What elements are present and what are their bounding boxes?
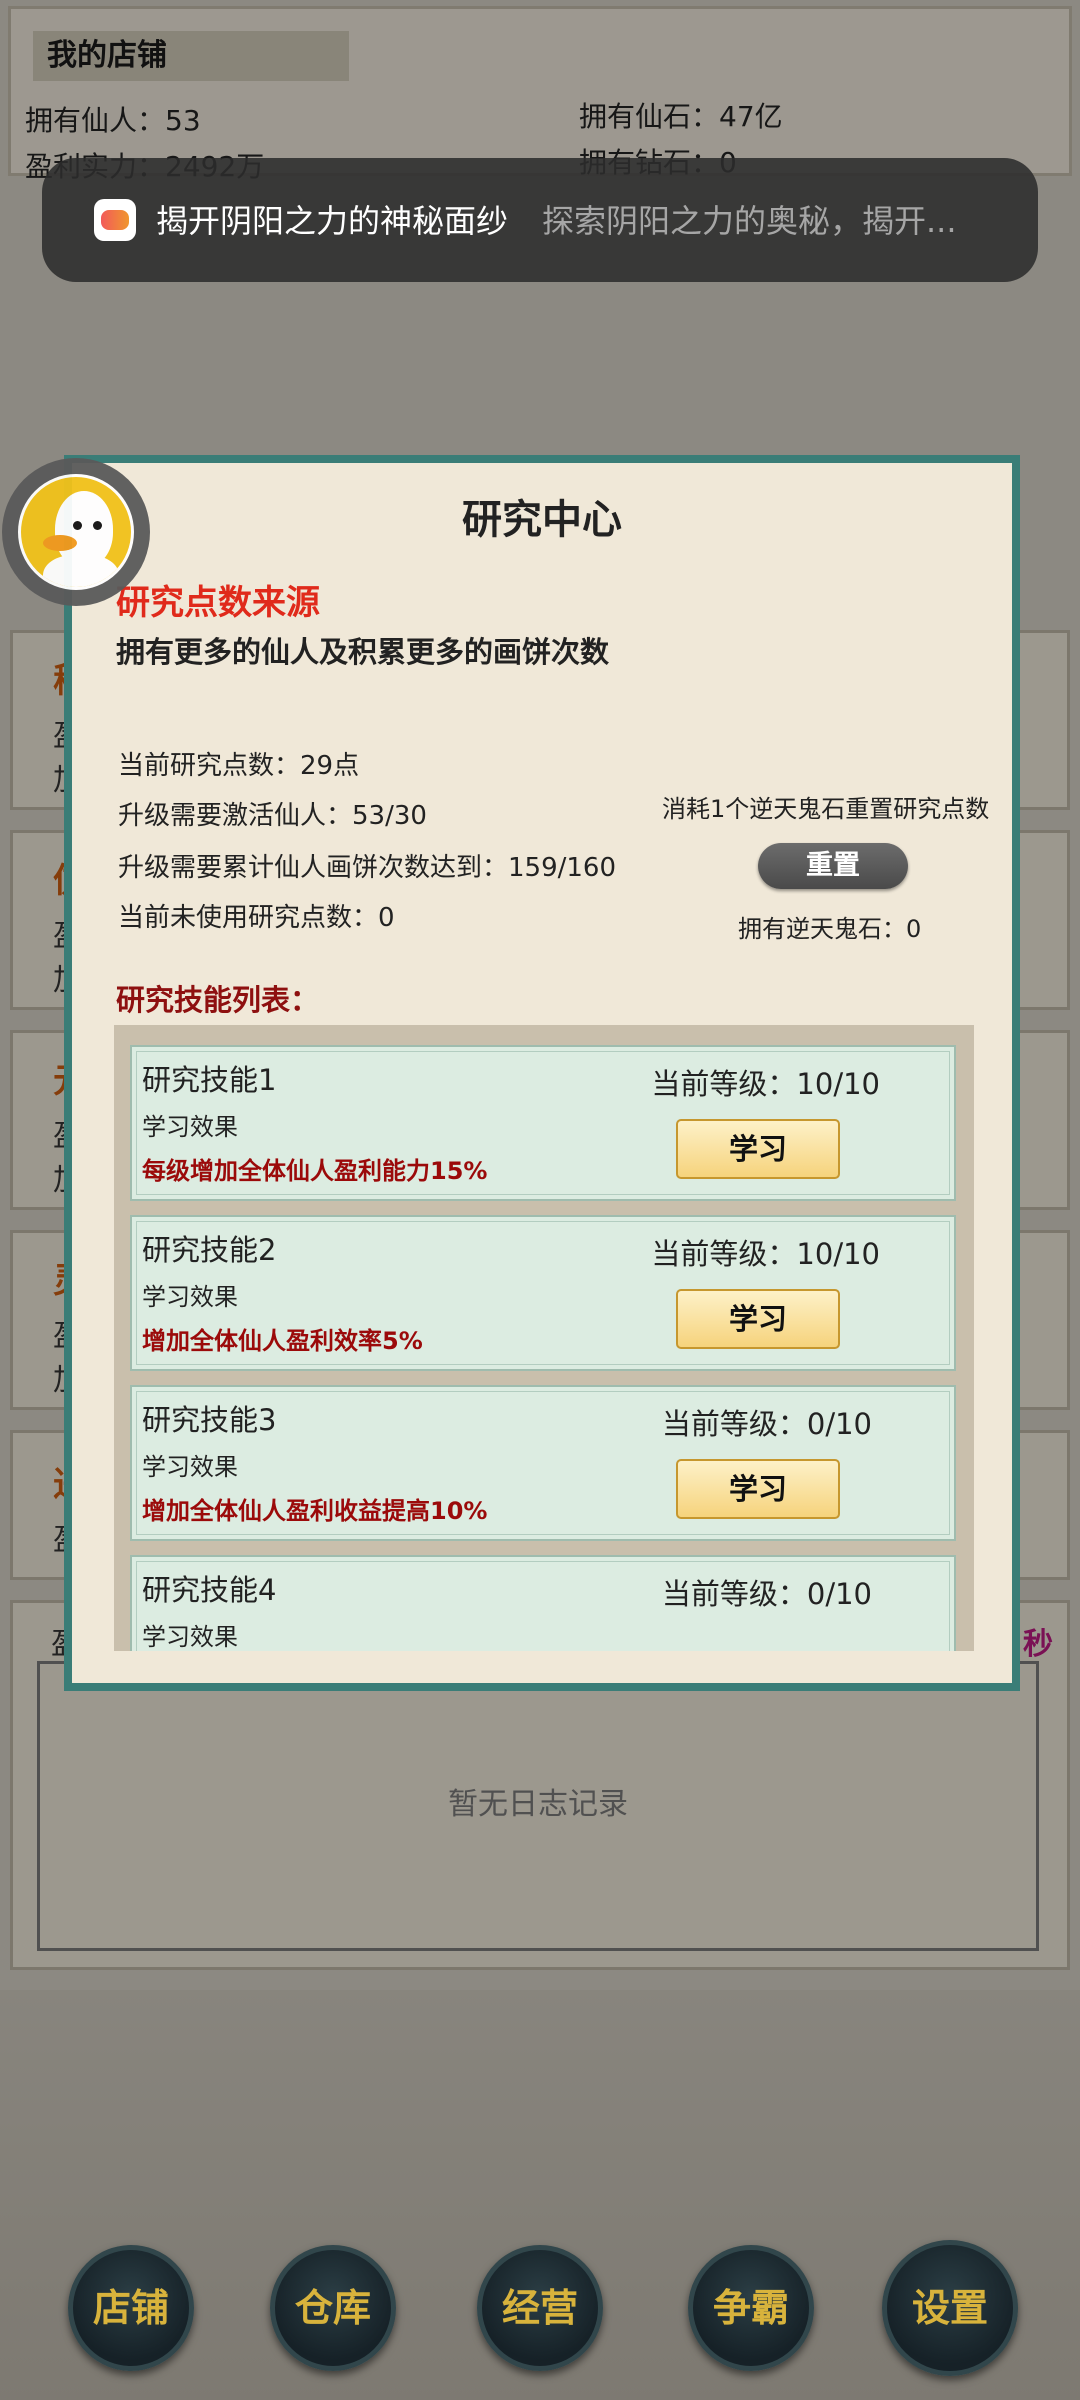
nav-shop-button[interactable]: 店铺 — [68, 2245, 194, 2371]
skill-description: 每级增加全体仙人盈利能力15% — [142, 1157, 488, 1185]
game-controller-icon — [94, 199, 136, 241]
reset-button[interactable]: 重置 — [758, 843, 908, 889]
learn-button[interactable]: 学习 — [676, 1119, 840, 1179]
skill-name: 研究技能3 — [142, 1403, 277, 1437]
learn-button[interactable]: 学习 — [676, 1459, 840, 1519]
skill-card: 研究技能1 当前等级：10/10 学习效果 每级增加全体仙人盈利能力15% 学习 — [130, 1045, 956, 1201]
notification-title: 揭开阴阳之力的神秘面纱 — [156, 202, 509, 240]
research-center-dialog: 研究中心 研究点数来源 拥有更多的仙人及积累更多的画饼次数 当前研究点数：29点… — [64, 455, 1020, 1691]
skill-description: 增加全体仙人盈利收益提高10% — [142, 1497, 488, 1525]
skills-list[interactable]: 研究技能1 当前等级：10/10 学习效果 每级增加全体仙人盈利能力15% 学习… — [114, 1025, 974, 1651]
skill-name: 研究技能2 — [142, 1233, 277, 1267]
skill-effect-label: 学习效果 — [142, 1453, 238, 1481]
skill-effect-label: 学习效果 — [142, 1623, 238, 1651]
requirement-immortals: 升级需要激活仙人：53/30 — [118, 801, 427, 831]
nav-warehouse-button[interactable]: 仓库 — [270, 2245, 396, 2371]
skill-name: 研究技能1 — [142, 1063, 277, 1097]
skill-level: 当前等级：10/10 — [651, 1237, 880, 1271]
skill-card: 研究技能4 当前等级：0/10 学习效果 — [130, 1555, 956, 1651]
learn-button[interactable]: 学习 — [676, 1289, 840, 1349]
floating-assistant-avatar[interactable] — [2, 458, 150, 606]
requirement-draws: 升级需要累计仙人画饼次数达到：159/160 — [118, 853, 617, 883]
skill-effect-label: 学习效果 — [142, 1283, 238, 1311]
skills-list-heading: 研究技能列表： — [116, 983, 320, 1017]
unused-points: 当前未使用研究点数：0 — [118, 903, 395, 933]
skill-description: 增加全体仙人盈利效率5% — [142, 1327, 423, 1355]
reset-description: 消耗1个逆天鬼石重置研究点数 — [662, 795, 990, 823]
duck-avatar-icon — [18, 474, 134, 590]
skill-effect-label: 学习效果 — [142, 1113, 238, 1141]
skill-card: 研究技能3 当前等级：0/10 学习效果 增加全体仙人盈利收益提高10% 学习 — [130, 1385, 956, 1541]
skill-level: 当前等级：0/10 — [661, 1577, 872, 1611]
dialog-body: 研究中心 研究点数来源 拥有更多的仙人及积累更多的画饼次数 当前研究点数：29点… — [72, 463, 1012, 1683]
skill-level: 当前等级：10/10 — [651, 1067, 880, 1101]
skill-name: 研究技能4 — [142, 1573, 277, 1607]
notification-banner[interactable]: 揭开阴阳之力的神秘面纱 探索阴阳之力的奥秘，揭开... — [42, 158, 1038, 282]
nav-settings-button[interactable]: 设置 — [882, 2240, 1018, 2376]
dialog-title: 研究中心 — [462, 497, 622, 543]
notification-body: 探索阴阳之力的奥秘，揭开... — [542, 202, 957, 240]
ghost-stones-owned: 拥有逆天鬼石：0 — [738, 915, 922, 943]
current-points: 当前研究点数：29点 — [118, 751, 360, 781]
nav-manage-button[interactable]: 经营 — [477, 2245, 603, 2371]
skill-card: 研究技能2 当前等级：10/10 学习效果 增加全体仙人盈利效率5% 学习 — [130, 1215, 956, 1371]
skill-level: 当前等级：0/10 — [661, 1407, 872, 1441]
nav-compete-button[interactable]: 争霸 — [688, 2245, 814, 2371]
points-source-heading: 研究点数来源 — [116, 583, 320, 623]
points-source-text: 拥有更多的仙人及积累更多的画饼次数 — [116, 635, 610, 669]
